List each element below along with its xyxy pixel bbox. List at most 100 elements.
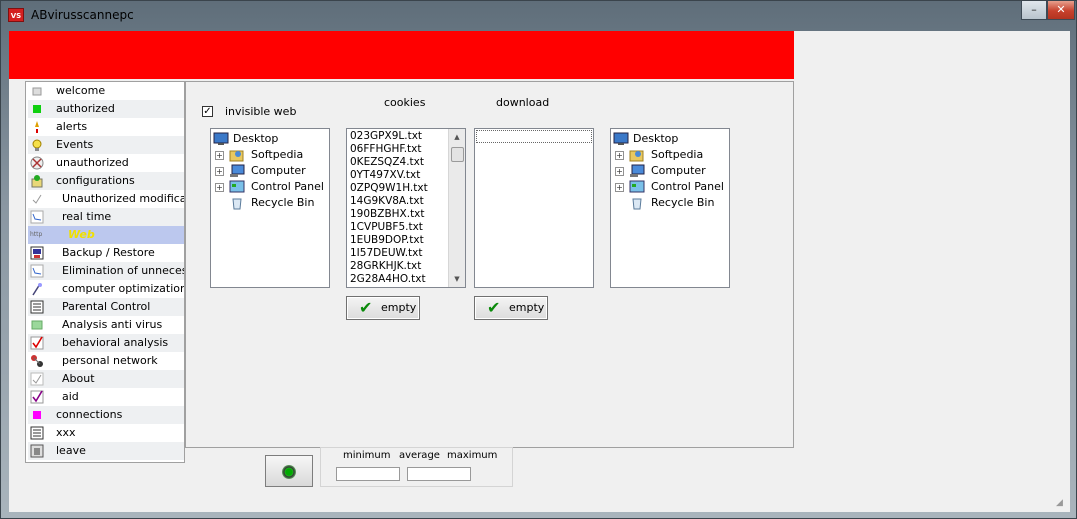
client-area: welcome authorized alerts Events unautho… <box>9 31 1070 512</box>
sidebar-item-personal-network[interactable]: personal network <box>28 352 184 370</box>
recycle-bin-icon <box>629 196 645 210</box>
sidebar-item-parental-control[interactable]: Parental Control <box>28 298 184 316</box>
sidebar-item-welcome[interactable]: welcome <box>28 82 184 100</box>
expand-icon[interactable]: + <box>615 183 624 192</box>
folder-tree-left[interactable]: Desktop + Softpedia + Computer + Control… <box>210 128 330 288</box>
empty-download-button[interactable]: ✔ empty <box>474 296 548 320</box>
list-item[interactable]: 0KEZSQZ4.txt <box>350 156 424 169</box>
download-list[interactable] <box>474 128 594 288</box>
tree-item-label: Control Panel <box>651 180 724 193</box>
sidebar-item-real-time[interactable]: real time <box>28 208 184 226</box>
average-field[interactable] <box>407 467 471 481</box>
list-item[interactable]: 0YT497XV.txt <box>350 169 420 182</box>
sidebar-item-label: aid <box>62 390 79 403</box>
red-check-icon <box>30 336 44 350</box>
user-folder-icon <box>229 148 245 162</box>
scroll-thumb[interactable] <box>451 147 464 162</box>
sidebar-item-leave[interactable]: leave <box>28 442 184 460</box>
cookies-list[interactable]: 023GPX9L.txt 06FFHGHF.txt 0KEZSQZ4.txt 0… <box>346 128 466 288</box>
sidebar-item-unauthorized-modification[interactable]: Unauthorized modification <box>28 190 184 208</box>
tree-item-label: Computer <box>251 164 306 177</box>
sidebar-item-label: computer optimization <box>62 282 184 295</box>
list-item[interactable]: 190BZBHX.txt <box>350 208 425 221</box>
sidebar-item-web[interactable]: http Web <box>28 226 184 244</box>
green-rect-icon <box>30 318 44 332</box>
graph-icon <box>30 210 44 224</box>
cookies-scrollbar[interactable]: ▲ ▼ <box>448 129 465 287</box>
scroll-up-icon[interactable]: ▲ <box>449 129 465 145</box>
tree-item-label: Recycle Bin <box>251 196 315 209</box>
tree-item-label: Computer <box>651 164 706 177</box>
expand-icon[interactable]: + <box>215 167 224 176</box>
scan-button[interactable] <box>265 455 313 487</box>
recycle-bin-icon <box>229 196 245 210</box>
computer-icon <box>629 164 645 178</box>
config-icon <box>30 174 44 188</box>
tree-item-label: Desktop <box>233 132 279 145</box>
minimum-label: minimum <box>343 450 391 461</box>
sidebar-item-backup-restore[interactable]: Backup / Restore <box>28 244 184 262</box>
user-folder-icon <box>629 148 645 162</box>
focus-rectangle <box>476 130 592 143</box>
sidebar-item-computer-optimization[interactable]: computer optimization <box>28 280 184 298</box>
tree-item-label: Control Panel <box>251 180 324 193</box>
sidebar-item-events[interactable]: Events <box>28 136 184 154</box>
cookies-label: cookies <box>384 96 426 109</box>
sidebar-item-label: Elimination of unnecessary <box>62 264 184 277</box>
scroll-down-icon[interactable]: ▼ <box>449 271 465 287</box>
tree-item-label: Recycle Bin <box>651 196 715 209</box>
alert-icon <box>30 120 44 134</box>
sidebar-item-aid[interactable]: aid <box>28 388 184 406</box>
list-item[interactable]: 023GPX9L.txt <box>350 130 422 143</box>
computer-icon <box>229 164 245 178</box>
check-small-icon <box>30 372 44 386</box>
list-item[interactable]: 2G28A4HO.txt <box>350 273 426 286</box>
list-item[interactable]: 06FFHGHF.txt <box>350 143 422 156</box>
sidebar-item-xxx[interactable]: xxx <box>28 424 184 442</box>
sidebar-item-about[interactable]: About <box>28 370 184 388</box>
tree-item-label: Softpedia <box>651 148 704 161</box>
sidebar-item-label: configurations <box>56 174 135 187</box>
control-panel-icon <box>629 180 645 194</box>
list-item[interactable]: 14G9KV8A.txt <box>350 195 424 208</box>
sidebar-item-label: leave <box>56 444 86 457</box>
folder-tree-right[interactable]: Desktop + Softpedia + Computer + Control… <box>610 128 730 288</box>
sidebar-item-label: Unauthorized modification <box>62 192 184 205</box>
close-button[interactable]: ✕ <box>1047 1 1075 20</box>
expand-icon[interactable]: + <box>215 183 224 192</box>
green-check-icon: ✔ <box>359 298 373 317</box>
sidebar-item-behavioral-analysis[interactable]: behavioral analysis <box>28 334 184 352</box>
expand-icon[interactable]: + <box>615 151 624 160</box>
list-item[interactable]: 1I57DEUW.txt <box>350 247 423 260</box>
expand-icon[interactable]: + <box>615 167 624 176</box>
list-item[interactable]: 1EUB9DOP.txt <box>350 234 424 247</box>
resize-grip-icon[interactable]: ◢ <box>1056 498 1068 510</box>
sidebar-item-label: Analysis anti virus <box>62 318 163 331</box>
magenta-square-icon <box>30 408 44 422</box>
list-item[interactable]: 0ZPQ9W1H.txt <box>350 182 428 195</box>
minimum-field[interactable] <box>336 467 400 481</box>
average-label: average <box>399 450 440 461</box>
empty-cookies-button[interactable]: ✔ empty <box>346 296 420 320</box>
exit-icon <box>30 444 44 458</box>
sidebar-item-label: authorized <box>56 102 115 115</box>
sidebar-item-unauthorized[interactable]: unauthorized <box>28 154 184 172</box>
sidebar-item-alerts[interactable]: alerts <box>28 118 184 136</box>
sidebar-item-authorized[interactable]: authorized <box>28 100 184 118</box>
list-item[interactable]: 1CVPUBF5.txt <box>350 221 423 234</box>
minimize-button[interactable]: – <box>1021 1 1047 20</box>
button-label: empty <box>381 301 417 314</box>
sidebar-item-label: connections <box>56 408 123 421</box>
sidebar-item-elimination[interactable]: Elimination of unnecessary <box>28 262 184 280</box>
sidebar-item-configurations[interactable]: configurations <box>28 172 184 190</box>
sidebar-item-connections[interactable]: connections <box>28 406 184 424</box>
button-label: empty <box>509 301 545 314</box>
list-item[interactable]: 28GRKHJK.txt <box>350 260 421 273</box>
title-bar[interactable]: VS ABvirusscannepc – ✕ <box>1 1 1077 29</box>
wand-icon <box>30 282 44 296</box>
invisible-web-checkbox[interactable]: ✓ <box>202 106 213 117</box>
expand-icon[interactable]: + <box>215 151 224 160</box>
window-title: ABvirusscannepc <box>31 8 134 22</box>
tree-item-label: Softpedia <box>251 148 304 161</box>
sidebar-item-analysis-anti-virus[interactable]: Analysis anti virus <box>28 316 184 334</box>
